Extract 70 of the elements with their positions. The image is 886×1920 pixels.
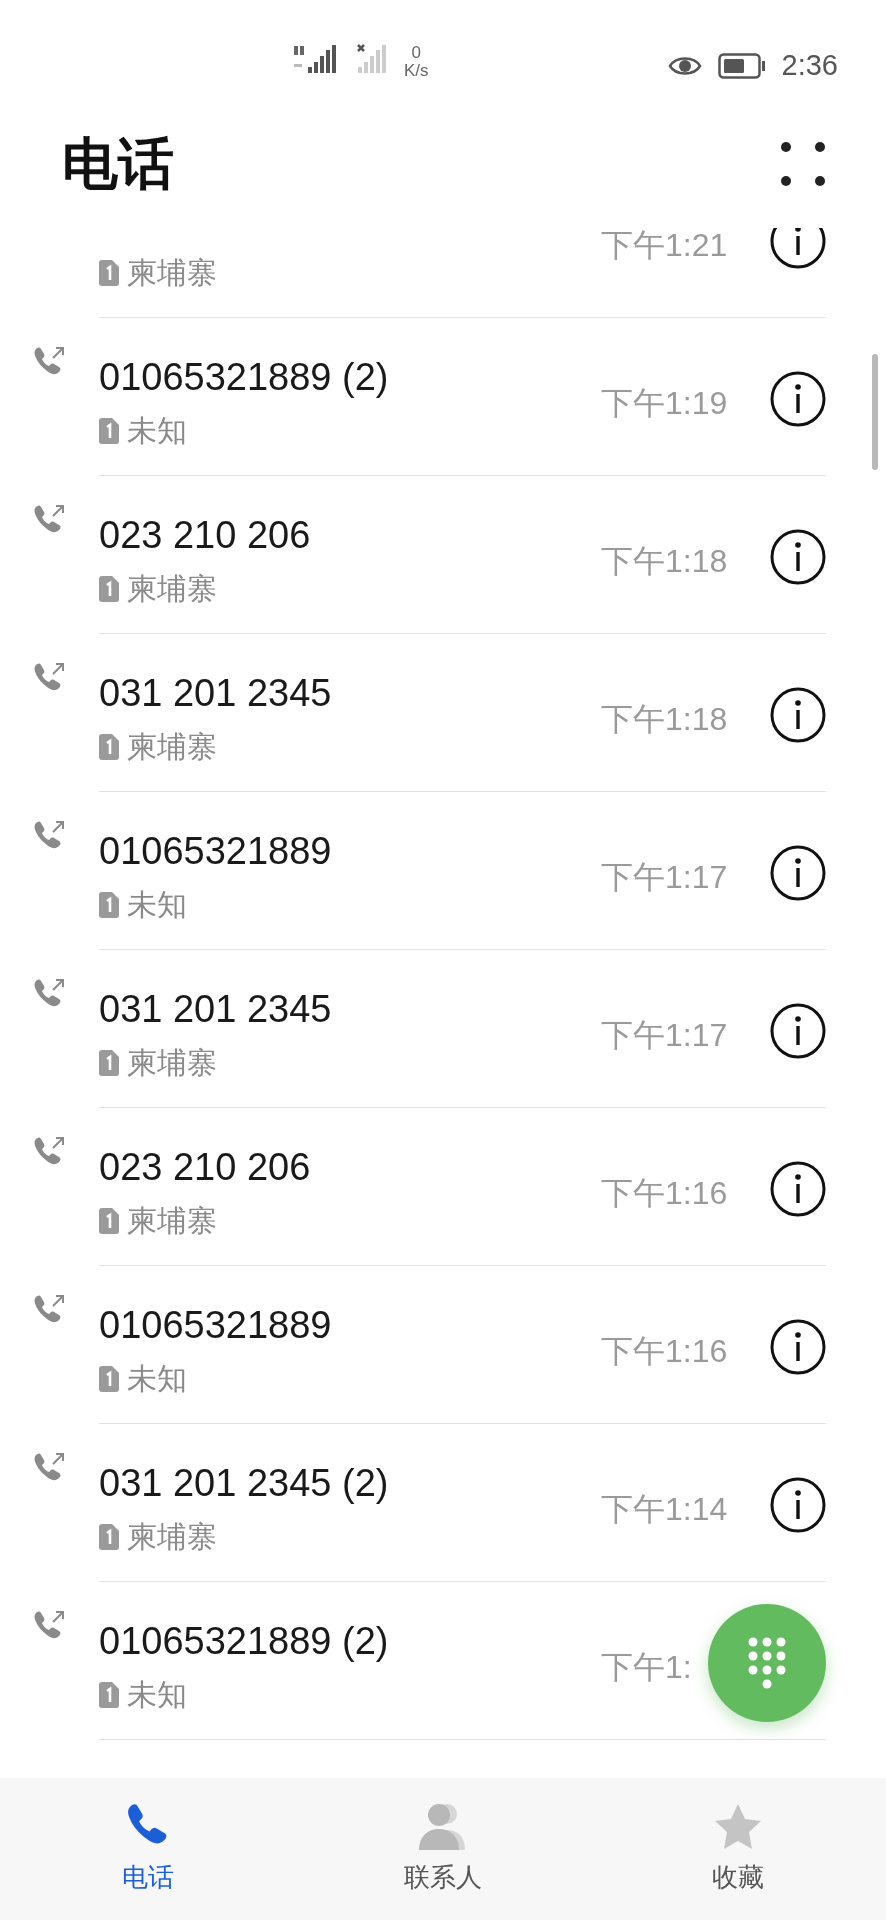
call-time: 下午1:17 xyxy=(601,1016,728,1055)
call-time: 下午1:18 xyxy=(601,542,728,581)
outgoing-call-icon xyxy=(32,820,66,850)
outgoing-call-icon xyxy=(32,504,66,534)
info-button[interactable] xyxy=(770,845,826,901)
nav-tab[interactable]: 电话 xyxy=(0,1778,296,1920)
outgoing-call-icon xyxy=(32,1136,66,1166)
info-button[interactable] xyxy=(770,687,826,743)
call-location: 柬埔寨 xyxy=(127,255,217,291)
info-button[interactable] xyxy=(770,1477,826,1533)
info-button[interactable] xyxy=(770,1319,826,1375)
call-time: 下午1:19 xyxy=(601,384,728,423)
battery-icon xyxy=(717,52,766,79)
net-speed-value: 0 xyxy=(410,44,422,62)
phone-number[interactable]: 01065321889 (2) xyxy=(99,349,389,406)
phone-number[interactable]: 031 201 2345 (2) xyxy=(99,1455,389,1512)
call-location: 柬埔寨 xyxy=(127,1203,217,1239)
call-time: 下午1:17 xyxy=(601,858,728,897)
call-location: 柬埔寨 xyxy=(127,1519,217,1555)
sim-card-icon xyxy=(99,1049,119,1076)
phone-number[interactable]: 023 210 206 xyxy=(99,507,311,564)
call-time: 下午1: xyxy=(601,1648,692,1687)
outgoing-call-icon xyxy=(32,1610,66,1640)
call-time: 下午1:16 xyxy=(601,1174,728,1213)
info-button[interactable] xyxy=(770,371,826,427)
sim-card-icon xyxy=(99,417,119,444)
nav-tab[interactable]: 收藏 xyxy=(590,1778,886,1920)
call-location: 未知 xyxy=(127,887,187,923)
call-time: 下午1:16 xyxy=(601,1332,728,1371)
outgoing-call-icon xyxy=(32,978,66,1008)
no-signal-icon xyxy=(356,44,388,74)
call-location: 柬埔寨 xyxy=(127,729,217,765)
scrollbar[interactable] xyxy=(872,354,878,470)
call-time: 下午1:21 xyxy=(601,228,728,265)
sim-card-icon xyxy=(99,1523,119,1550)
nav-tab[interactable]: 联系人 xyxy=(295,1778,591,1920)
outgoing-call-icon xyxy=(32,662,66,692)
eye-icon xyxy=(667,54,702,77)
phone-number[interactable]: 031 201 2345 xyxy=(99,981,332,1038)
dialpad-icon xyxy=(747,1636,787,1690)
call-location: 未知 xyxy=(127,1361,187,1397)
phone-number[interactable]: 023 210 206 xyxy=(99,1139,311,1196)
sim-card-icon xyxy=(99,1207,119,1234)
outgoing-call-icon xyxy=(32,1452,66,1482)
call-location: 柬埔寨 xyxy=(127,571,217,607)
phone-number[interactable]: 031 201 2345 xyxy=(99,665,332,722)
sim-card-icon xyxy=(99,575,119,602)
phone-number[interactable]: 01065321889 xyxy=(99,823,332,880)
clock: 2:36 xyxy=(781,48,838,83)
info-button[interactable] xyxy=(770,228,826,269)
net-speed-unit: K/s xyxy=(404,61,429,80)
info-button[interactable] xyxy=(770,1161,826,1217)
call-location: 柬埔寨 xyxy=(127,1045,217,1081)
call-location: 未知 xyxy=(127,413,187,449)
more-button[interactable] xyxy=(780,141,826,187)
sim-card-icon xyxy=(99,1365,119,1392)
outgoing-call-icon xyxy=(32,1294,66,1324)
call-location: 未知 xyxy=(127,1677,187,1713)
sim-card-icon xyxy=(99,733,119,760)
sim-card-icon xyxy=(99,259,119,286)
sim-card-icon xyxy=(99,1681,119,1708)
phone-number[interactable]: 01065321889 (2) xyxy=(99,1613,389,1670)
call-time: 下午1:18 xyxy=(601,700,728,739)
outgoing-call-icon xyxy=(32,346,66,376)
phone-number[interactable]: 01065321889 xyxy=(99,1297,332,1354)
page-title: 电话 xyxy=(62,131,174,198)
sim-card-icon xyxy=(99,891,119,918)
info-button[interactable] xyxy=(770,1003,826,1059)
info-button[interactable] xyxy=(770,529,826,585)
call-time: 下午1:14 xyxy=(601,1490,728,1529)
